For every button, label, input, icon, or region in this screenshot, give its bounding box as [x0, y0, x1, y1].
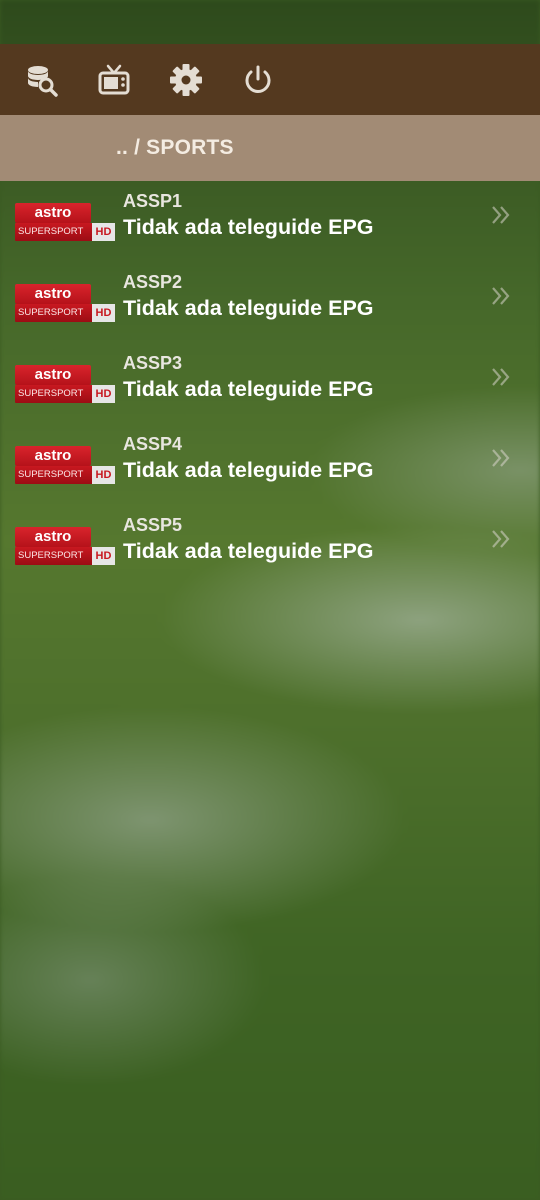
gear-icon[interactable]: [169, 63, 203, 97]
channel-name: ASSP2: [123, 272, 183, 292]
breadcrumb-path: .. / SPORTS: [116, 136, 234, 159]
channel-logo: astro SUPERSPORT HD: [15, 365, 115, 403]
chevron-right-icon: [492, 449, 510, 467]
channel-list: astro SUPERSPORT HD ASSP1 Tidak ada teleg…: [0, 181, 540, 586]
channel-row[interactable]: astro SUPERSPORT HD ASSP5 Tidak ada teleg…: [0, 505, 540, 586]
power-icon[interactable]: [241, 63, 275, 97]
channel-logo: astro SUPERSPORT HD: [15, 527, 115, 565]
channel-logo: astro SUPERSPORT HD: [15, 446, 115, 484]
channel-epg: Tidak ada teleguide EPG: [123, 458, 374, 482]
channel-name: ASSP3: [123, 353, 183, 373]
channel-row[interactable]: astro SUPERSPORT HD ASSP3 Tidak ada teleg…: [0, 343, 540, 424]
breadcrumb[interactable]: .. / SPORTS: [0, 115, 540, 181]
channel-name: ASSP4: [123, 434, 183, 454]
channel-epg: Tidak ada teleguide EPG: [123, 296, 374, 320]
channel-epg: Tidak ada teleguide EPG: [123, 215, 374, 239]
chevron-right-icon: [492, 206, 510, 224]
channel-row[interactable]: astro SUPERSPORT HD ASSP1 Tidak ada teleg…: [0, 181, 540, 262]
top-toolbar: [0, 44, 540, 115]
channel-name: ASSP1: [123, 191, 183, 211]
channel-row[interactable]: astro SUPERSPORT HD ASSP2 Tidak ada teleg…: [0, 262, 540, 343]
channel-epg: Tidak ada teleguide EPG: [123, 539, 374, 563]
channel-row[interactable]: astro SUPERSPORT HD ASSP4 Tidak ada teleg…: [0, 424, 540, 505]
search-database-icon[interactable]: [24, 63, 58, 97]
channel-epg: Tidak ada teleguide EPG: [123, 377, 374, 401]
channel-logo: astro SUPERSPORT HD: [15, 203, 115, 241]
chevron-right-icon: [492, 368, 510, 386]
chevron-right-icon: [492, 287, 510, 305]
tv-icon[interactable]: [97, 63, 131, 97]
channel-name: ASSP5: [123, 515, 183, 535]
chevron-right-icon: [492, 530, 510, 548]
channel-logo: astro SUPERSPORT HD: [15, 284, 115, 322]
